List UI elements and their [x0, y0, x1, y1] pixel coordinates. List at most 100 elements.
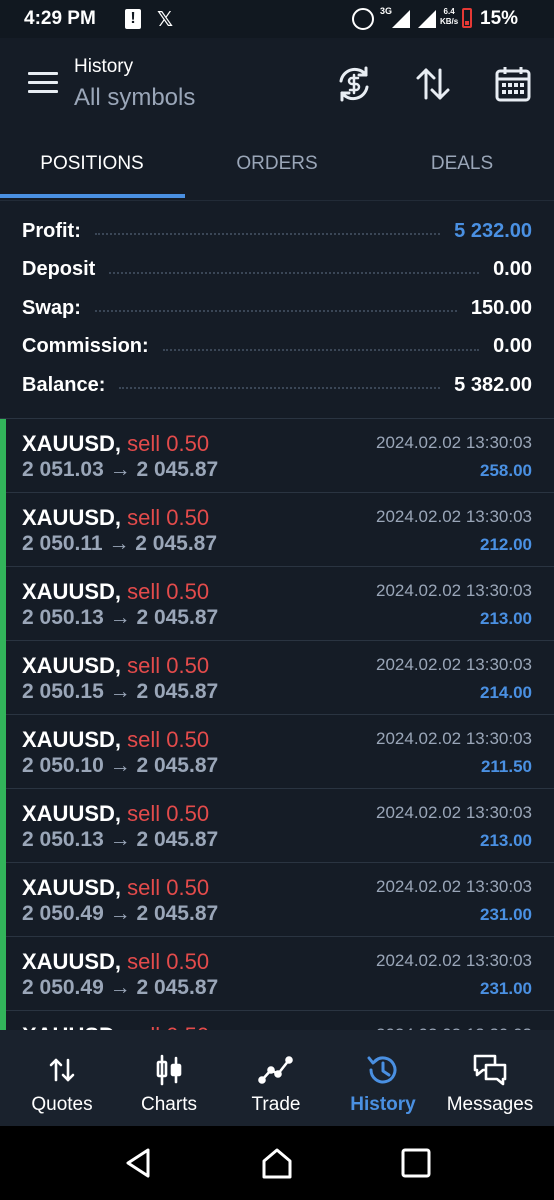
summary-label: Deposit: [22, 258, 96, 281]
arrow-icon: →: [108, 532, 130, 555]
open-price: 2 050.49: [22, 902, 104, 925]
speed-unit: KB/s: [440, 17, 459, 26]
summary-label: Balance:: [22, 373, 106, 396]
trade-side: sell 0.50: [127, 727, 210, 752]
position-time: 2024.02.02 13:30:03: [376, 507, 532, 526]
tab-orders[interactable]: ORDERS: [185, 138, 369, 198]
position-row[interactable]: XAUUSD, sell 0.50 2 050.11 → 2 045.87 2024…: [0, 493, 554, 567]
symbol-name: XAUUSD,: [22, 875, 122, 900]
close-price: 2 045.87: [136, 458, 219, 481]
nav-charts[interactable]: Charts: [114, 1030, 224, 1126]
position-row[interactable]: XAUUSD, sell 0.50 2 050.13 → 2 045.87 2024…: [0, 567, 554, 641]
nav-trade[interactable]: Trade: [221, 1030, 331, 1126]
position-profit: 213.00: [480, 609, 532, 628]
close-price: 2 045.87: [136, 902, 219, 925]
summary-label: Commission:: [22, 335, 149, 358]
position-indicator-bar: [0, 641, 6, 715]
currency-exchange-icon[interactable]: [334, 64, 374, 104]
trade-side: sell 0.50: [127, 801, 210, 826]
nav-label: History: [350, 1094, 416, 1115]
alert-notification-icon: !: [125, 9, 141, 29]
position-time: 2024.02.02 13:30:03: [376, 581, 532, 600]
position-indicator-bar: [0, 493, 6, 567]
position-row[interactable]: XAUUSD, sell 0.50 2 050.13 → 2 045.87 2024…: [0, 789, 554, 863]
candlestick-icon: [156, 1054, 182, 1086]
nav-label: Quotes: [31, 1094, 93, 1115]
position-symbol: XAUUSD, sell 0.50: [22, 653, 209, 679]
summary-value: 5 232.00: [454, 219, 532, 242]
position-indicator-bar: [0, 715, 6, 789]
position-profit: 213.00: [480, 831, 532, 850]
app-header: History All symbols: [0, 38, 554, 138]
status-time: 4:29 PM: [24, 8, 96, 29]
calendar-icon[interactable]: [493, 64, 533, 104]
position-prices: 2 051.03 → 2 045.87: [22, 458, 218, 482]
symbol-name: XAUUSD,: [22, 653, 122, 678]
position-symbol: XAUUSD, sell 0.50: [22, 949, 209, 975]
close-price: 2 045.87: [136, 680, 219, 703]
arrow-icon: →: [109, 828, 131, 851]
position-row[interactable]: XAUUSD, sell 0.50 2 050.49 → 2 045.87 2024…: [0, 937, 554, 1011]
nav-label: Charts: [141, 1094, 197, 1115]
position-indicator-bar: [0, 567, 6, 641]
position-symbol: XAUUSD, sell 0.50: [22, 579, 209, 605]
symbol-name: XAUUSD,: [22, 505, 122, 530]
positions-list[interactable]: XAUUSD, sell 0.50 2 051.03 → 2 045.87 2024…: [0, 418, 554, 1031]
sort-icon[interactable]: [413, 64, 453, 104]
position-row[interactable]: XAUUSD, sell 0.50 2 050.10 → 2 045.87 2024…: [0, 715, 554, 789]
summary-label: Profit:: [22, 219, 81, 242]
back-icon[interactable]: [120, 1146, 156, 1180]
trade-side: sell 0.50: [127, 505, 210, 530]
nav-label: Trade: [251, 1094, 301, 1115]
home-icon[interactable]: [259, 1146, 295, 1180]
tab-positions[interactable]: POSITIONS: [0, 138, 184, 198]
symbol-name: XAUUSD,: [22, 801, 122, 826]
dotted-leader: [94, 300, 457, 313]
position-indicator-bar: [0, 937, 6, 1011]
trade-side: sell 0.50: [127, 579, 210, 604]
position-time: 2024.02.02 13:30:03: [376, 803, 532, 822]
position-profit: 211.50: [480, 757, 532, 776]
arrow-icon: →: [109, 976, 131, 999]
dotted-leader: [119, 377, 441, 390]
position-symbol: XAUUSD, sell 0.50: [22, 505, 209, 531]
summary-panel: Profit: 5 232.00 Deposit 0.00 Swap: 150.…: [0, 212, 554, 405]
position-row[interactable]: XAUUSD, sell 0.50 2024.02.02 13:30:03: [0, 1011, 554, 1031]
arrow-icon: →: [109, 680, 131, 703]
open-price: 2 050.49: [22, 976, 104, 999]
trade-side: sell 0.50: [127, 949, 210, 974]
position-profit: 214.00: [480, 683, 532, 702]
tab-deals[interactable]: DEALS: [370, 138, 554, 198]
position-symbol: XAUUSD, sell 0.50: [22, 431, 209, 457]
position-time: 2024.02.02 13:30:03: [376, 877, 532, 896]
position-prices: 2 050.10 → 2 045.87: [22, 754, 218, 778]
symbol-filter[interactable]: All symbols: [74, 84, 195, 112]
position-time: 2024.02.02 13:30:03: [376, 433, 532, 452]
position-prices: 2 050.15 → 2 045.87: [22, 680, 218, 704]
arrow-icon: →: [109, 458, 131, 481]
messages-icon: [473, 1054, 507, 1086]
summary-deposit: Deposit 0.00: [0, 251, 554, 290]
nav-history[interactable]: History: [328, 1030, 438, 1126]
close-price: 2 045.87: [136, 606, 219, 629]
position-prices: 2 050.13 → 2 045.87: [22, 606, 218, 630]
menu-icon[interactable]: [28, 72, 58, 94]
nav-quotes[interactable]: Quotes: [7, 1030, 117, 1126]
summary-swap: Swap: 150.00: [0, 289, 554, 328]
arrow-icon: →: [109, 902, 131, 925]
quotes-icon: [49, 1058, 75, 1082]
history-icon: [367, 1056, 397, 1084]
symbol-name: XAUUSD,: [22, 949, 122, 974]
recents-icon[interactable]: [398, 1146, 434, 1180]
position-row[interactable]: XAUUSD, sell 0.50 2 051.03 → 2 045.87 2024…: [0, 419, 554, 493]
position-row[interactable]: XAUUSD, sell 0.50 2 050.49 → 2 045.87 2024…: [0, 863, 554, 937]
nav-label: Messages: [446, 1094, 534, 1115]
position-row[interactable]: XAUUSD, sell 0.50 2 050.15 → 2 045.87 2024…: [0, 641, 554, 715]
nav-messages[interactable]: Messages: [435, 1030, 545, 1126]
symbol-name: XAUUSD,: [22, 727, 122, 752]
open-price: 2 050.13: [22, 606, 104, 629]
summary-label: Swap:: [22, 296, 81, 319]
alarm-icon: [352, 8, 374, 30]
trade-side: sell 0.50: [127, 875, 210, 900]
position-symbol: XAUUSD, sell 0.50: [22, 727, 209, 753]
